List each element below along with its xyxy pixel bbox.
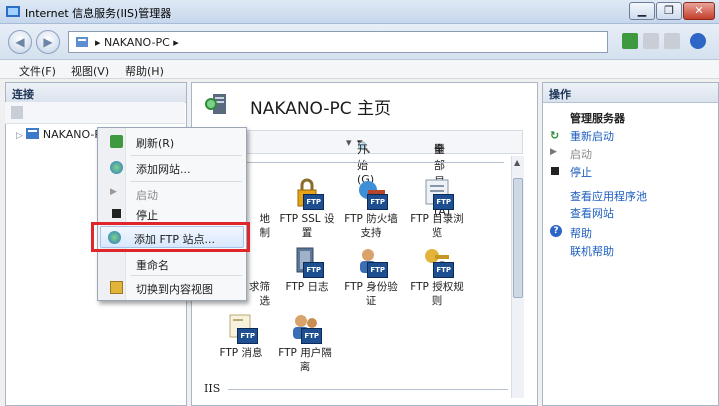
content-view-icon xyxy=(110,281,123,294)
address-bar[interactable]: ▸ NAKANO-PC ▸ xyxy=(68,31,608,53)
stop-icon xyxy=(551,167,559,175)
feature-ftp-messages[interactable]: FTP FTP 消息 xyxy=(210,312,272,360)
actions-pane: 操作 xyxy=(542,82,719,406)
action-view-app-pools[interactable]: 查看应用程序池 xyxy=(570,188,647,204)
action-start: 启动 xyxy=(570,148,592,161)
stop-toolbar-icon[interactable] xyxy=(643,33,659,49)
ctx-separator xyxy=(130,155,242,156)
server-icon xyxy=(76,37,88,47)
refresh-icon xyxy=(110,135,123,148)
ftp-authz-icon: FTP xyxy=(422,246,454,278)
ctx-item-refresh[interactable]: 刷新(R) xyxy=(100,131,244,153)
minimize-button[interactable]: ▁ xyxy=(629,2,655,20)
highlight-annotation-frame xyxy=(91,222,250,252)
ctx-item-content-view[interactable]: 切换到内容视图 xyxy=(100,277,244,299)
home-toolbar-icon[interactable] xyxy=(664,33,680,49)
title-bar: Internet 信息服务(IIS)管理器 ▁ ❐ ✕ xyxy=(0,0,719,24)
context-menu: 刷新(R) 添加网站... ▶ 启动 停止 重命名 切换到内容视图 xyxy=(97,127,247,301)
forward-arrow-icon: ▶ xyxy=(43,35,53,49)
address-toolbar: ◀ ▶ ▸ NAKANO-PC ▸ xyxy=(0,24,719,60)
ftp-log-icon: FTP xyxy=(292,246,324,278)
section-divider xyxy=(228,389,508,390)
feature-ftp-user-isolation[interactable]: FTP FTP 用户隔 离 xyxy=(274,312,336,374)
connections-header: 连接 xyxy=(6,83,186,103)
ctx-separator xyxy=(130,181,242,182)
actions-group-title: 管理服务器 xyxy=(570,112,625,125)
back-arrow-icon: ◀ xyxy=(15,35,25,49)
play-icon: ▶ xyxy=(110,187,117,197)
action-help[interactable]: 帮助 xyxy=(570,225,592,241)
feature-ftp-authentication[interactable]: FTP FTP 身份验 证 xyxy=(340,246,402,308)
ftp-directory-icon: FTP xyxy=(422,178,454,210)
feature-ftp-logging[interactable]: FTP FTP 日志 xyxy=(276,246,338,294)
menu-view[interactable]: 视图(V) xyxy=(71,63,109,79)
ctx-separator xyxy=(130,275,242,276)
ctx-item-add-website[interactable]: 添加网站... xyxy=(100,157,244,179)
ctx-item-rename[interactable]: 重命名 xyxy=(100,253,244,275)
group-divider xyxy=(204,162,504,163)
play-icon: ▶ xyxy=(550,147,557,157)
menu-bar: 文件(F) 视图(V) 帮助(H) xyxy=(0,60,719,79)
add-website-icon xyxy=(110,161,123,174)
connect-icon[interactable] xyxy=(11,106,23,119)
ftp-user-isolation-icon: FTP xyxy=(290,312,322,344)
menu-file[interactable]: 文件(F) xyxy=(19,63,56,79)
ftp-firewall-icon: FTP xyxy=(356,178,388,210)
close-button[interactable]: ✕ xyxy=(683,2,715,20)
iis-app-icon xyxy=(6,6,20,17)
stop-icon xyxy=(112,209,121,218)
server-home-icon xyxy=(205,94,226,114)
feature-ftp-firewall[interactable]: FTP FTP 防火墙 支持 xyxy=(340,178,402,240)
feature-ftp-directory-browsing[interactable]: FTP FTP 目录浏 览 xyxy=(406,178,468,240)
menu-help[interactable]: 帮助(H) xyxy=(125,63,164,79)
ctx-item-start: ▶ 启动 xyxy=(110,187,158,202)
restart-icon: ↻ xyxy=(550,129,560,142)
ftp-auth-icon: FTP xyxy=(356,246,388,278)
actions-header: 操作 xyxy=(543,83,718,103)
section-iis-heading: IIS xyxy=(204,382,221,395)
start-filter-button[interactable]: 🔍 开始(G) ▾ xyxy=(357,136,374,186)
scroll-up-arrow-icon[interactable]: ▲ xyxy=(514,158,520,167)
action-online-help[interactable]: 联机帮助 xyxy=(570,243,614,259)
tree-node-server[interactable]: ▷ NAKANO-PC xyxy=(16,128,109,146)
window-title: Internet 信息服务(IIS)管理器 xyxy=(25,7,172,20)
help-toolbar-icon[interactable] xyxy=(690,33,706,49)
connections-toolbar xyxy=(5,102,185,124)
help-icon: ? xyxy=(550,225,562,237)
scrollbar-thumb[interactable] xyxy=(513,178,523,298)
ftp-ssl-icon: FTP xyxy=(292,178,324,210)
filter-dropdown-arrow[interactable]: ▾ xyxy=(346,136,352,149)
server-icon xyxy=(26,128,40,139)
forward-button[interactable]: ▶ xyxy=(36,30,60,54)
action-view-sites[interactable]: 查看网站 xyxy=(570,205,614,221)
maximize-button[interactable]: ❐ xyxy=(656,2,682,20)
features-scrollbar[interactable]: ▲ xyxy=(511,156,524,398)
feature-ftp-ssl[interactable]: FTP FTP SSL 设 置 xyxy=(276,178,338,240)
page-title: NAKANO-PC 主页 xyxy=(250,99,392,119)
expand-arrow-icon: ▷ xyxy=(16,131,23,141)
action-restart[interactable]: 重新启动 xyxy=(570,128,614,144)
feature-ftp-authorization-rules[interactable]: FTP FTP 授权规 则 xyxy=(406,246,468,308)
back-button[interactable]: ◀ xyxy=(8,30,32,54)
ftp-message-icon: FTP xyxy=(226,312,258,344)
action-stop[interactable]: 停止 xyxy=(570,164,592,180)
refresh-toolbar-icon[interactable] xyxy=(622,33,638,49)
address-path: NAKANO-PC xyxy=(104,36,170,49)
